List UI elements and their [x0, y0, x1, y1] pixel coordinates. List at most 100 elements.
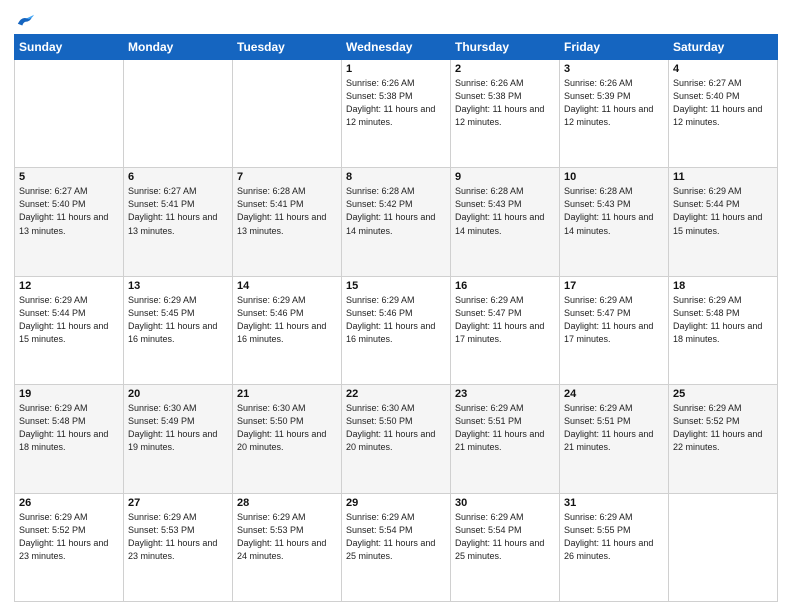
day-number: 4	[673, 63, 773, 75]
calendar-cell: 21Sunrise: 6:30 AM Sunset: 5:50 PM Dayli…	[233, 385, 342, 493]
calendar-header-saturday: Saturday	[669, 35, 778, 60]
calendar-cell: 22Sunrise: 6:30 AM Sunset: 5:50 PM Dayli…	[342, 385, 451, 493]
day-info: Sunrise: 6:29 AM Sunset: 5:46 PM Dayligh…	[346, 294, 446, 346]
calendar-cell	[669, 493, 778, 601]
calendar-week-row: 5 Sunrise: 6:27 AM Sunset: 5:40 PM Daylig…	[15, 168, 778, 276]
day-info: Sunrise: 6:29 AM Sunset: 5:52 PM Dayligh…	[19, 511, 119, 563]
day-number: 25	[673, 388, 773, 400]
calendar-week-row: 12 Sunrise: 6:29 AM Sunset: 5:44 PM Dayli…	[15, 276, 778, 384]
day-info: Sunrise: 6:27 AM Sunset: 5:41 PM Dayligh…	[128, 185, 228, 237]
calendar-cell: 13Sunrise: 6:29 AM Sunset: 5:45 PM Dayli…	[124, 276, 233, 384]
day-info: Sunrise: 6:29 AM Sunset: 5:48 PM Dayligh…	[673, 294, 773, 346]
day-info: Sunrise: 6:29 AM Sunset: 5:46 PM Dayligh…	[237, 294, 337, 346]
day-info: Sunrise: 6:29 AM Sunset: 5:55 PM Dayligh…	[564, 511, 664, 563]
day-info: Sunrise: 6:29 AM Sunset: 5:51 PM Dayligh…	[455, 402, 555, 454]
calendar-cell: 16 Sunrise: 6:29 AM Sunset: 5:47 PM Dayli…	[451, 276, 560, 384]
calendar-cell: 18Sunrise: 6:29 AM Sunset: 5:48 PM Dayli…	[669, 276, 778, 384]
calendar-cell	[15, 60, 124, 168]
day-info: Sunrise: 6:29 AM Sunset: 5:47 PM Dayligh…	[455, 294, 555, 346]
day-number: 5	[19, 171, 119, 183]
day-info: Sunrise: 6:29 AM Sunset: 5:54 PM Dayligh…	[455, 511, 555, 563]
day-number: 30	[455, 497, 555, 509]
day-info: Sunrise: 6:29 AM Sunset: 5:52 PM Dayligh…	[673, 402, 773, 454]
day-number: 20	[128, 388, 228, 400]
day-number: 17	[564, 280, 664, 292]
day-number: 16	[455, 280, 555, 292]
day-info: Sunrise: 6:29 AM Sunset: 5:48 PM Dayligh…	[19, 402, 119, 454]
calendar-cell	[233, 60, 342, 168]
day-number: 6	[128, 171, 228, 183]
day-info: Sunrise: 6:26 AM Sunset: 5:39 PM Dayligh…	[564, 77, 664, 129]
day-info: Sunrise: 6:29 AM Sunset: 5:44 PM Dayligh…	[19, 294, 119, 346]
day-info: Sunrise: 6:29 AM Sunset: 5:54 PM Dayligh…	[346, 511, 446, 563]
calendar-cell: 9 Sunrise: 6:28 AM Sunset: 5:43 PM Daylig…	[451, 168, 560, 276]
day-number: 11	[673, 171, 773, 183]
calendar-cell: 1 Sunrise: 6:26 AM Sunset: 5:38 PM Daylig…	[342, 60, 451, 168]
day-number: 2	[455, 63, 555, 75]
day-info: Sunrise: 6:29 AM Sunset: 5:47 PM Dayligh…	[564, 294, 664, 346]
day-number: 26	[19, 497, 119, 509]
calendar-cell: 30 Sunrise: 6:29 AM Sunset: 5:54 PM Dayli…	[451, 493, 560, 601]
calendar-header-friday: Friday	[560, 35, 669, 60]
day-number: 8	[346, 171, 446, 183]
calendar-cell: 27 Sunrise: 6:29 AM Sunset: 5:53 PM Dayli…	[124, 493, 233, 601]
calendar-header-wednesday: Wednesday	[342, 35, 451, 60]
calendar-week-row: 1 Sunrise: 6:26 AM Sunset: 5:38 PM Daylig…	[15, 60, 778, 168]
calendar-header-thursday: Thursday	[451, 35, 560, 60]
day-number: 3	[564, 63, 664, 75]
day-number: 1	[346, 63, 446, 75]
day-info: Sunrise: 6:29 AM Sunset: 5:53 PM Dayligh…	[237, 511, 337, 563]
day-number: 27	[128, 497, 228, 509]
calendar-cell: 10Sunrise: 6:28 AM Sunset: 5:43 PM Dayli…	[560, 168, 669, 276]
logo-bird-icon	[16, 14, 34, 28]
day-number: 24	[564, 388, 664, 400]
day-info: Sunrise: 6:30 AM Sunset: 5:49 PM Dayligh…	[128, 402, 228, 454]
day-number: 19	[19, 388, 119, 400]
calendar-cell: 19 Sunrise: 6:29 AM Sunset: 5:48 PM Dayli…	[15, 385, 124, 493]
day-info: Sunrise: 6:29 AM Sunset: 5:53 PM Dayligh…	[128, 511, 228, 563]
day-number: 14	[237, 280, 337, 292]
day-number: 31	[564, 497, 664, 509]
day-number: 29	[346, 497, 446, 509]
day-number: 21	[237, 388, 337, 400]
header	[14, 10, 778, 28]
day-info: Sunrise: 6:27 AM Sunset: 5:40 PM Dayligh…	[19, 185, 119, 237]
calendar-cell: 11 Sunrise: 6:29 AM Sunset: 5:44 PM Dayli…	[669, 168, 778, 276]
calendar-cell: 7 Sunrise: 6:28 AM Sunset: 5:41 PM Daylig…	[233, 168, 342, 276]
calendar-header-tuesday: Tuesday	[233, 35, 342, 60]
calendar-cell: 29 Sunrise: 6:29 AM Sunset: 5:54 PM Dayli…	[342, 493, 451, 601]
day-info: Sunrise: 6:28 AM Sunset: 5:41 PM Dayligh…	[237, 185, 337, 237]
calendar-week-row: 26 Sunrise: 6:29 AM Sunset: 5:52 PM Dayli…	[15, 493, 778, 601]
day-info: Sunrise: 6:26 AM Sunset: 5:38 PM Dayligh…	[346, 77, 446, 129]
page: SundayMondayTuesdayWednesdayThursdayFrid…	[0, 0, 792, 612]
calendar-header-monday: Monday	[124, 35, 233, 60]
calendar-cell: 15Sunrise: 6:29 AM Sunset: 5:46 PM Dayli…	[342, 276, 451, 384]
calendar-cell: 5 Sunrise: 6:27 AM Sunset: 5:40 PM Daylig…	[15, 168, 124, 276]
calendar-header-row: SundayMondayTuesdayWednesdayThursdayFrid…	[15, 35, 778, 60]
calendar-week-row: 19 Sunrise: 6:29 AM Sunset: 5:48 PM Dayli…	[15, 385, 778, 493]
calendar-cell	[124, 60, 233, 168]
calendar-cell: 4 Sunrise: 6:27 AM Sunset: 5:40 PM Daylig…	[669, 60, 778, 168]
calendar-cell: 12 Sunrise: 6:29 AM Sunset: 5:44 PM Dayli…	[15, 276, 124, 384]
day-info: Sunrise: 6:27 AM Sunset: 5:40 PM Dayligh…	[673, 77, 773, 129]
day-number: 23	[455, 388, 555, 400]
day-info: Sunrise: 6:29 AM Sunset: 5:44 PM Dayligh…	[673, 185, 773, 237]
day-number: 13	[128, 280, 228, 292]
calendar-cell: 23 Sunrise: 6:29 AM Sunset: 5:51 PM Dayli…	[451, 385, 560, 493]
logo	[14, 14, 34, 28]
day-info: Sunrise: 6:26 AM Sunset: 5:38 PM Dayligh…	[455, 77, 555, 129]
calendar-cell: 28Sunrise: 6:29 AM Sunset: 5:53 PM Dayli…	[233, 493, 342, 601]
day-number: 12	[19, 280, 119, 292]
calendar-cell: 2 Sunrise: 6:26 AM Sunset: 5:38 PM Daylig…	[451, 60, 560, 168]
day-info: Sunrise: 6:28 AM Sunset: 5:42 PM Dayligh…	[346, 185, 446, 237]
calendar-cell: 25 Sunrise: 6:29 AM Sunset: 5:52 PM Dayli…	[669, 385, 778, 493]
day-number: 7	[237, 171, 337, 183]
day-info: Sunrise: 6:28 AM Sunset: 5:43 PM Dayligh…	[455, 185, 555, 237]
calendar-cell: 3 Sunrise: 6:26 AM Sunset: 5:39 PM Daylig…	[560, 60, 669, 168]
calendar-cell: 31 Sunrise: 6:29 AM Sunset: 5:55 PM Dayli…	[560, 493, 669, 601]
calendar-cell: 24Sunrise: 6:29 AM Sunset: 5:51 PM Dayli…	[560, 385, 669, 493]
calendar-cell: 17 Sunrise: 6:29 AM Sunset: 5:47 PM Dayli…	[560, 276, 669, 384]
calendar-table: SundayMondayTuesdayWednesdayThursdayFrid…	[14, 34, 778, 602]
day-number: 10	[564, 171, 664, 183]
day-number: 9	[455, 171, 555, 183]
